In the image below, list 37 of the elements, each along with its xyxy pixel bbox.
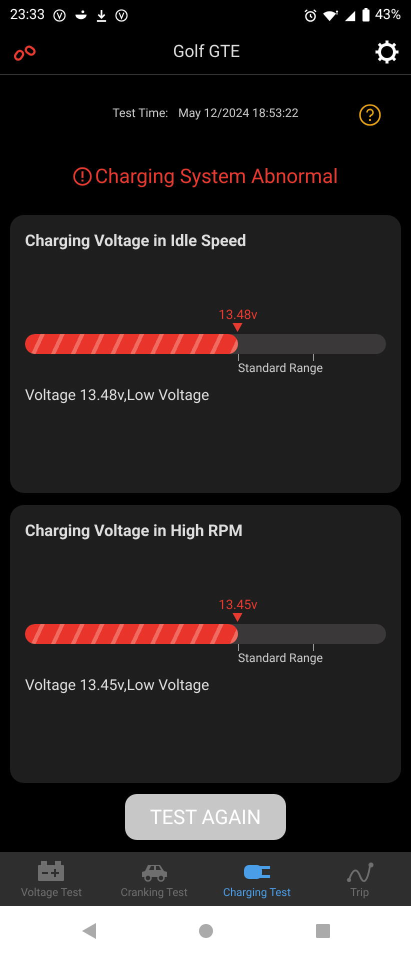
test-time-label: Test Time: bbox=[112, 106, 168, 120]
pointer-icon bbox=[232, 613, 243, 622]
notification-icon bbox=[52, 8, 66, 22]
pointer-icon bbox=[232, 323, 243, 332]
battery-icon bbox=[37, 860, 66, 884]
range-label: Standard Range bbox=[238, 651, 323, 666]
result-text: Voltage 13.48v,Low Voltage bbox=[25, 386, 210, 404]
test-time-value: May 12/2024 18:53:22 bbox=[178, 106, 298, 120]
range-label: Standard Range bbox=[238, 361, 323, 376]
tab[interactable]: Cranking Test bbox=[102, 852, 206, 906]
result-text: Voltage 13.45v,Low Voltage bbox=[25, 676, 210, 694]
bowl-icon bbox=[74, 8, 88, 22]
signal-icon bbox=[344, 8, 357, 22]
warning-icon bbox=[73, 166, 92, 186]
card-title: Charging Voltage in High RPM bbox=[25, 521, 244, 540]
voltage-reading: 13.48v bbox=[218, 308, 258, 323]
status-time: 23:33 bbox=[10, 7, 45, 23]
route-icon bbox=[346, 860, 374, 884]
battery-level: 43% bbox=[375, 7, 401, 23]
voltage-reading: 13.45v bbox=[218, 598, 258, 613]
alert-message: Charging System Abnormal bbox=[95, 164, 338, 188]
tab[interactable]: Trip bbox=[308, 852, 411, 906]
tab[interactable]: Voltage Test bbox=[0, 852, 103, 906]
settings-button[interactable] bbox=[372, 38, 401, 66]
notification-icon bbox=[114, 8, 128, 22]
test-again-button[interactable]: TEST AGAIN bbox=[125, 794, 286, 840]
card-title: Charging Voltage in Idle Speed bbox=[25, 231, 248, 250]
broken-link-icon bbox=[14, 44, 38, 60]
settings-icon bbox=[374, 40, 399, 64]
app-title: Golf GTE bbox=[173, 42, 240, 62]
alarm-icon bbox=[304, 8, 317, 22]
tab[interactable]: Charging Test bbox=[206, 852, 308, 906]
battery-icon bbox=[362, 8, 370, 22]
help-icon bbox=[359, 104, 381, 126]
download-icon bbox=[96, 8, 107, 22]
wifi-icon bbox=[322, 8, 339, 22]
help-button[interactable] bbox=[359, 104, 381, 126]
